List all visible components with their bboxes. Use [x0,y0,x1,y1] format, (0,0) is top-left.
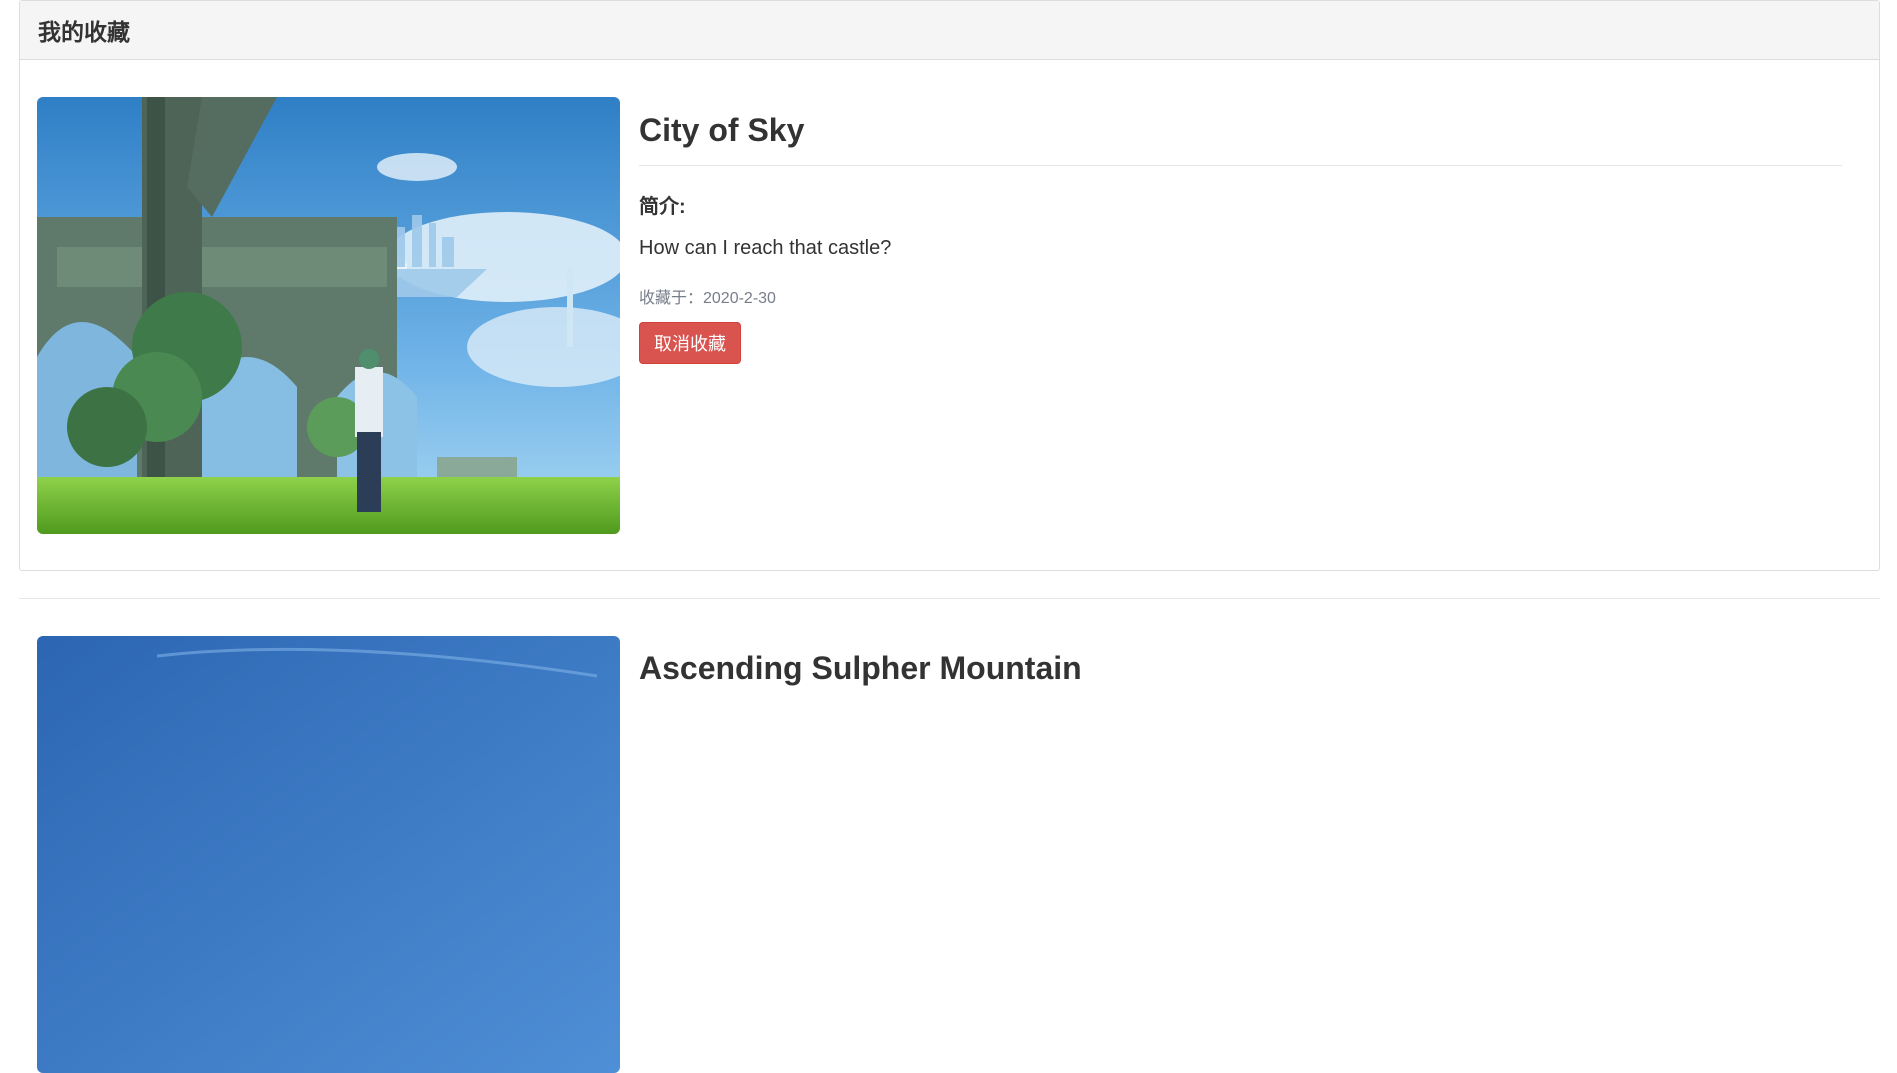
favorite-title[interactable]: City of Sky [639,97,1842,166]
favorited-date: 收藏于：2020-2-30 [639,290,776,307]
favorite-info: City of Sky 简介: How can I reach that cas… [639,97,1842,364]
description-text: How can I reach that castle? [639,237,892,259]
unfavorite-button[interactable]: 取消收藏 [639,322,741,364]
panel-heading: 我的收藏 [20,1,1879,60]
description-label: 简介: [639,196,686,218]
favorite-thumbnail[interactable] [37,636,620,1073]
item-divider [19,598,1880,599]
favorite-thumbnail[interactable] [37,97,620,534]
